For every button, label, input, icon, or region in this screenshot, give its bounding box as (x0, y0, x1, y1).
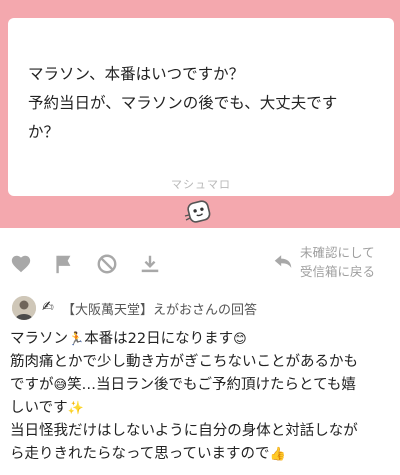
thumbs-up-emoji: 👍 (269, 447, 286, 462)
return-label-line2: 受信箱に戻る (300, 264, 376, 279)
block-icon[interactable] (96, 253, 118, 275)
answer-line: ですが😅笑…当日ラン後でもご予約頂けたらとても嬉 (10, 374, 398, 397)
answer-line: 当日怪我だけはしないように自分の身体と対話しなが (10, 423, 358, 439)
runner-emoji: 🏃 (68, 332, 85, 347)
brand-label: マシュマロ (171, 178, 231, 191)
question-text: マラソン、本番はいつですか？ 予約当日が、マラソンの後でも、大丈夫です か？ (28, 60, 384, 147)
answer-segment: ですが (10, 377, 54, 393)
answer-segment: マラソン (10, 331, 68, 347)
answer-header: ✍ 【大阪萬天堂】えがおさんの回答 (12, 296, 392, 322)
question-line: か？ (28, 123, 60, 141)
action-bar: 未確認にして 受信箱に戻る (0, 243, 400, 283)
avatar[interactable] (12, 296, 36, 320)
answer-line: マラソン🏃本番は22日になります😊 (10, 328, 398, 351)
answer-line: 筋肉痛とかで少し動き方がぎこちないことがあるかも (10, 354, 358, 370)
return-arrow-icon (274, 255, 292, 269)
return-label-line1: 未確認にして (300, 245, 375, 260)
flag-icon[interactable] (53, 253, 75, 275)
answer-segment: 笑…当日ラン後でもご予約頂けたらとても嬉 (67, 377, 356, 393)
sweat-smile-emoji: 😅 (53, 378, 68, 393)
answer-segment: 本番は22日になります (84, 331, 234, 347)
answer-line: しいです✨ (10, 397, 398, 420)
return-to-inbox-label: 未確認にして 受信箱に戻る (300, 243, 375, 281)
answerer-name: 【大阪萬天堂】えがおさんの回答 (62, 303, 258, 318)
answer-segment: ら走りきれたらなって思っていますので (10, 446, 270, 462)
heart-icon[interactable] (10, 253, 32, 275)
question-banner: マラソン、本番はいつですか？ 予約当日が、マラソンの後でも、大丈夫です か？ マ… (0, 0, 400, 228)
download-icon[interactable] (139, 253, 161, 275)
question-line: マラソン、本番はいつですか？ (28, 65, 245, 83)
answer-segment: しいです (10, 400, 68, 416)
question-card: マラソン、本番はいつですか？ 予約当日が、マラソンの後でも、大丈夫です か？ マ… (8, 18, 394, 196)
smile-emoji: 😊 (233, 332, 247, 347)
return-to-inbox-button[interactable]: 未確認にして 受信箱に戻る (272, 243, 392, 283)
answer-text: マラソン🏃本番は22日になります😊 筋肉痛とかで少し動き方がぎこちないことがある… (10, 328, 398, 466)
question-line: 予約当日が、マラソンの後でも、大丈夫です (28, 94, 338, 112)
marshmallow-mascot-icon (184, 200, 211, 223)
pen-icon: ✍ (42, 299, 54, 315)
answer-line: ら走りきれたらなって思っていますので👍 (10, 443, 398, 466)
sparkles-emoji: ✨ (67, 401, 84, 416)
